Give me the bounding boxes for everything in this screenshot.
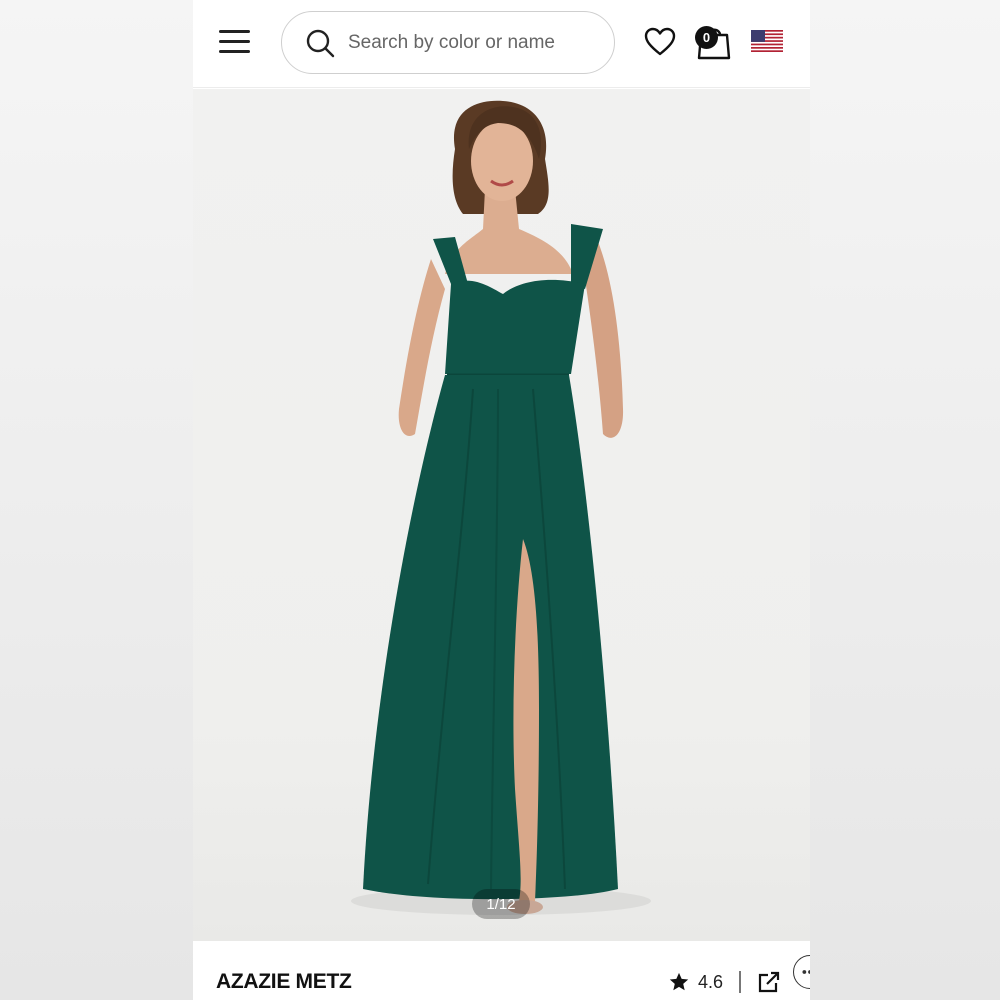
cart-count-badge: 0 [695, 26, 718, 49]
right-backdrop [810, 0, 1000, 1000]
image-pager: 1/12 [472, 889, 530, 919]
model-photo [351, 100, 651, 915]
app-screen: 0 [193, 0, 810, 1000]
rating-box: 4.6 [660, 965, 790, 999]
product-title: AZAZIE METZ [216, 970, 352, 993]
share-icon[interactable] [757, 970, 781, 994]
shopping-bag-button[interactable]: 0 [692, 22, 734, 62]
top-header: 0 [193, 0, 810, 88]
search-icon [306, 29, 335, 58]
star-icon [669, 972, 689, 991]
us-flag-icon[interactable] [751, 30, 783, 52]
menu-icon[interactable] [219, 30, 251, 54]
heart-icon[interactable] [644, 27, 676, 57]
search-input[interactable] [348, 28, 598, 58]
product-image-gallery[interactable]: 1/12 [193, 89, 810, 941]
divider [739, 971, 741, 993]
product-info-bar: AZAZIE METZ 4.6 [193, 942, 810, 1000]
left-backdrop [0, 0, 193, 1000]
rating-value: 4.6 [698, 971, 724, 992]
search-bar[interactable] [281, 11, 615, 74]
